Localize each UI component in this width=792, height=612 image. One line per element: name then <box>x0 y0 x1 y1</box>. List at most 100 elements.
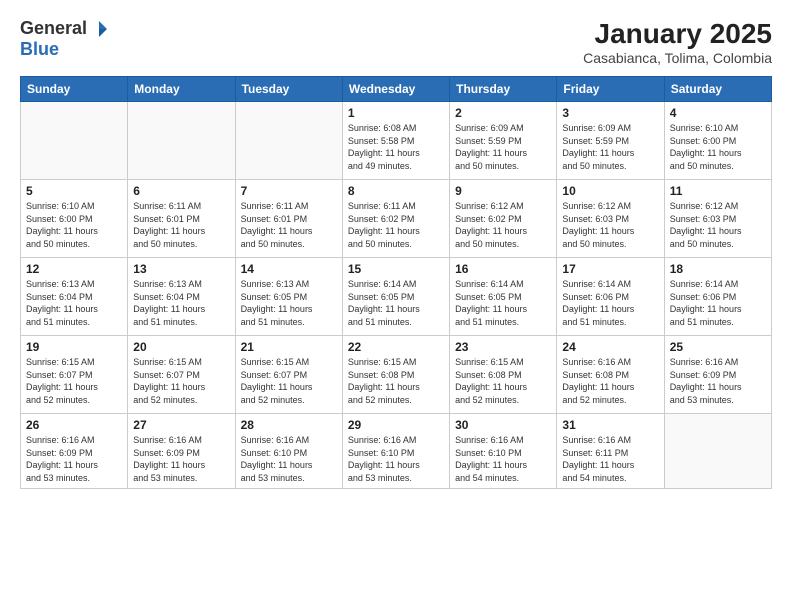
day-info: Sunrise: 6:12 AM Sunset: 6:03 PM Dayligh… <box>562 200 658 250</box>
table-row: 27 Sunrise: 6:16 AM Sunset: 6:09 PM Dayli… <box>128 414 235 489</box>
calendar-header-row: Sunday Monday Tuesday Wednesday Thursday… <box>21 77 772 102</box>
logo: General Blue <box>20 18 109 60</box>
day-info: Sunrise: 6:09 AM Sunset: 5:59 PM Dayligh… <box>455 122 551 172</box>
table-row: 11 Sunrise: 6:12 AM Sunset: 6:03 PM Dayli… <box>664 180 771 258</box>
table-row: 20Sunrise: 6:15 AM Sunset: 6:07 PM Dayli… <box>128 336 235 414</box>
logo-flag-icon <box>89 19 109 39</box>
col-wednesday: Wednesday <box>342 77 449 102</box>
day-info: Sunrise: 6:15 AM Sunset: 6:08 PM Dayligh… <box>455 356 551 406</box>
day-number: 11 <box>670 184 766 198</box>
table-row: 12 Sunrise: 6:13 AM Sunset: 6:04 PM Dayli… <box>21 258 128 336</box>
day-number: 13 <box>133 262 229 276</box>
day-number: 10 <box>562 184 658 198</box>
day-info: Sunrise: 6:15 AM Sunset: 6:07 PM Dayligh… <box>241 356 337 406</box>
table-row: 29Sunrise: 6:16 AM Sunset: 6:10 PM Dayli… <box>342 414 449 489</box>
day-number: 16 <box>455 262 551 276</box>
day-info: Sunrise: 6:15 AM Sunset: 6:08 PM Dayligh… <box>348 356 444 406</box>
header: General Blue January 2025 Casabianca, To… <box>20 18 772 66</box>
day-info: Sunrise: 6:14 AM Sunset: 6:05 PM Dayligh… <box>455 278 551 328</box>
day-number: 30 <box>455 418 551 432</box>
table-row: 3 Sunrise: 6:09 AM Sunset: 5:59 PM Daylig… <box>557 102 664 180</box>
day-number: 7 <box>241 184 337 198</box>
table-row: 9 Sunrise: 6:12 AM Sunset: 6:02 PM Daylig… <box>450 180 557 258</box>
col-saturday: Saturday <box>664 77 771 102</box>
table-row <box>235 102 342 180</box>
table-row: 26 Sunrise: 6:16 AM Sunset: 6:09 PM Dayli… <box>21 414 128 489</box>
table-row: 24 Sunrise: 6:16 AM Sunset: 6:08 PM Dayli… <box>557 336 664 414</box>
col-sunday: Sunday <box>21 77 128 102</box>
day-info: Sunrise: 6:11 AM Sunset: 6:01 PM Dayligh… <box>133 200 229 250</box>
day-info: Sunrise: 6:13 AM Sunset: 6:05 PM Dayligh… <box>241 278 337 328</box>
col-tuesday: Tuesday <box>235 77 342 102</box>
day-info: Sunrise: 6:14 AM Sunset: 6:06 PM Dayligh… <box>562 278 658 328</box>
day-info: Sunrise: 6:16 AM Sunset: 6:08 PM Dayligh… <box>562 356 658 406</box>
day-number: 17 <box>562 262 658 276</box>
day-number: 19 <box>26 340 122 354</box>
day-info: Sunrise: 6:16 AM Sunset: 6:10 PM Dayligh… <box>348 434 444 484</box>
day-number: 31 <box>562 418 658 432</box>
day-number: 6 <box>133 184 229 198</box>
day-info: Sunrise: 6:15 AM Sunset: 6:07 PM Dayligh… <box>26 356 122 406</box>
table-row: 8 Sunrise: 6:11 AM Sunset: 6:02 PM Daylig… <box>342 180 449 258</box>
main-title: January 2025 <box>583 18 772 50</box>
day-number: 23 <box>455 340 551 354</box>
day-info: Sunrise: 6:16 AM Sunset: 6:09 PM Dayligh… <box>26 434 122 484</box>
page: General Blue January 2025 Casabianca, To… <box>0 0 792 612</box>
table-row: 4Sunrise: 6:10 AM Sunset: 6:00 PM Daylig… <box>664 102 771 180</box>
day-info: Sunrise: 6:16 AM Sunset: 6:11 PM Dayligh… <box>562 434 658 484</box>
day-info: Sunrise: 6:12 AM Sunset: 6:02 PM Dayligh… <box>455 200 551 250</box>
day-number: 24 <box>562 340 658 354</box>
table-row: 16 Sunrise: 6:14 AM Sunset: 6:05 PM Dayli… <box>450 258 557 336</box>
subtitle: Casabianca, Tolima, Colombia <box>583 50 772 66</box>
table-row: 30Sunrise: 6:16 AM Sunset: 6:10 PM Dayli… <box>450 414 557 489</box>
day-info: Sunrise: 6:16 AM Sunset: 6:09 PM Dayligh… <box>133 434 229 484</box>
table-row: 15Sunrise: 6:14 AM Sunset: 6:05 PM Dayli… <box>342 258 449 336</box>
title-section: January 2025 Casabianca, Tolima, Colombi… <box>583 18 772 66</box>
day-info: Sunrise: 6:10 AM Sunset: 6:00 PM Dayligh… <box>26 200 122 250</box>
day-number: 27 <box>133 418 229 432</box>
table-row: 17 Sunrise: 6:14 AM Sunset: 6:06 PM Dayli… <box>557 258 664 336</box>
table-row: 14 Sunrise: 6:13 AM Sunset: 6:05 PM Dayli… <box>235 258 342 336</box>
table-row: 13 Sunrise: 6:13 AM Sunset: 6:04 PM Dayli… <box>128 258 235 336</box>
table-row: 10 Sunrise: 6:12 AM Sunset: 6:03 PM Dayli… <box>557 180 664 258</box>
table-row: 23 Sunrise: 6:15 AM Sunset: 6:08 PM Dayli… <box>450 336 557 414</box>
day-number: 14 <box>241 262 337 276</box>
day-info: Sunrise: 6:09 AM Sunset: 5:59 PM Dayligh… <box>562 122 658 172</box>
day-info: Sunrise: 6:11 AM Sunset: 6:02 PM Dayligh… <box>348 200 444 250</box>
day-number: 2 <box>455 106 551 120</box>
table-row: 2 Sunrise: 6:09 AM Sunset: 5:59 PM Daylig… <box>450 102 557 180</box>
day-info: Sunrise: 6:13 AM Sunset: 6:04 PM Dayligh… <box>26 278 122 328</box>
table-row <box>21 102 128 180</box>
day-number: 21 <box>241 340 337 354</box>
day-number: 3 <box>562 106 658 120</box>
day-number: 20 <box>133 340 229 354</box>
table-row: 5 Sunrise: 6:10 AM Sunset: 6:00 PM Daylig… <box>21 180 128 258</box>
day-number: 1 <box>348 106 444 120</box>
table-row: 6 Sunrise: 6:11 AM Sunset: 6:01 PM Daylig… <box>128 180 235 258</box>
table-row: 21 Sunrise: 6:15 AM Sunset: 6:07 PM Dayli… <box>235 336 342 414</box>
day-info: Sunrise: 6:08 AM Sunset: 5:58 PM Dayligh… <box>348 122 444 172</box>
day-number: 8 <box>348 184 444 198</box>
table-row: 31 Sunrise: 6:16 AM Sunset: 6:11 PM Dayli… <box>557 414 664 489</box>
table-row: 1 Sunrise: 6:08 AM Sunset: 5:58 PM Daylig… <box>342 102 449 180</box>
day-number: 26 <box>26 418 122 432</box>
day-info: Sunrise: 6:13 AM Sunset: 6:04 PM Dayligh… <box>133 278 229 328</box>
col-friday: Friday <box>557 77 664 102</box>
day-info: Sunrise: 6:12 AM Sunset: 6:03 PM Dayligh… <box>670 200 766 250</box>
day-number: 9 <box>455 184 551 198</box>
day-number: 5 <box>26 184 122 198</box>
day-info: Sunrise: 6:14 AM Sunset: 6:06 PM Dayligh… <box>670 278 766 328</box>
day-number: 25 <box>670 340 766 354</box>
day-info: Sunrise: 6:14 AM Sunset: 6:05 PM Dayligh… <box>348 278 444 328</box>
logo-general-text: General <box>20 18 87 39</box>
day-number: 12 <box>26 262 122 276</box>
table-row: 25Sunrise: 6:16 AM Sunset: 6:09 PM Dayli… <box>664 336 771 414</box>
day-info: Sunrise: 6:16 AM Sunset: 6:10 PM Dayligh… <box>241 434 337 484</box>
table-row <box>664 414 771 489</box>
day-number: 18 <box>670 262 766 276</box>
day-info: Sunrise: 6:11 AM Sunset: 6:01 PM Dayligh… <box>241 200 337 250</box>
day-info: Sunrise: 6:10 AM Sunset: 6:00 PM Dayligh… <box>670 122 766 172</box>
table-row: 7 Sunrise: 6:11 AM Sunset: 6:01 PM Daylig… <box>235 180 342 258</box>
table-row <box>128 102 235 180</box>
table-row: 18 Sunrise: 6:14 AM Sunset: 6:06 PM Dayli… <box>664 258 771 336</box>
